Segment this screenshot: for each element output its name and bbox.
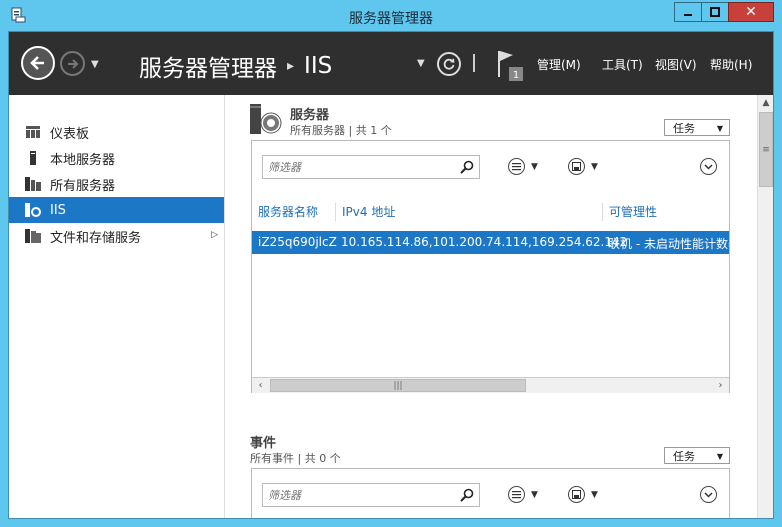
tasks-label: 任务 bbox=[673, 121, 695, 135]
servers-panel: ▼ ▼ 服务器名称 IPv4 地址 可管理性 iZ25q690jlcZ 10.1… bbox=[251, 140, 730, 393]
forward-button[interactable] bbox=[60, 51, 85, 76]
scroll-up-icon[interactable]: ▲ bbox=[758, 95, 773, 111]
sidebar-item-file-storage[interactable]: 文件和存储服务 ▷ bbox=[9, 223, 224, 249]
servers-section-icon bbox=[250, 104, 282, 134]
arrow-right-icon bbox=[67, 58, 78, 69]
cell-manageability: 联机 - 未启动性能计数器 bbox=[608, 237, 729, 251]
back-button[interactable] bbox=[21, 46, 55, 80]
sidebar-item-local-server[interactable]: 本地服务器 bbox=[9, 145, 224, 171]
save-query-icon bbox=[568, 486, 585, 503]
main-content: 服务器 所有服务器 | 共 1 个 任务 ▼ ▼ bbox=[226, 95, 757, 518]
caret-down-icon: ▼ bbox=[531, 489, 538, 500]
events-section-subtitle: 所有事件 | 共 0 个 bbox=[250, 452, 341, 465]
column-server-name[interactable]: 服务器名称 bbox=[252, 203, 318, 221]
all-servers-icon bbox=[25, 176, 41, 192]
sidebar-item-label: IIS bbox=[50, 202, 66, 218]
caret-down-icon: ▼ bbox=[716, 452, 723, 461]
iis-icon bbox=[25, 202, 41, 218]
title-bar: 服务器管理器 ✕ bbox=[0, 0, 782, 31]
servers-tasks-dropdown[interactable]: 任务 ▼ bbox=[664, 119, 730, 136]
search-icon[interactable] bbox=[459, 487, 475, 503]
caret-down-icon: ▼ bbox=[591, 489, 598, 500]
breadcrumb-current: IIS bbox=[304, 53, 333, 79]
events-list-options-button[interactable]: ▼ bbox=[508, 486, 538, 503]
sidebar-item-iis[interactable]: IIS bbox=[9, 197, 224, 223]
servers-section-title: 服务器 bbox=[290, 108, 330, 123]
refresh-button[interactable] bbox=[437, 52, 461, 76]
breadcrumb-root[interactable]: 服务器管理器 bbox=[139, 49, 277, 83]
tasks-label: 任务 bbox=[673, 449, 695, 463]
breadcrumb-separator-icon: ▸ bbox=[287, 58, 295, 74]
vertical-scroll-thumb[interactable]: ≡ bbox=[759, 112, 773, 187]
events-expand-button[interactable] bbox=[700, 486, 717, 503]
events-tasks-dropdown[interactable]: 任务 ▼ bbox=[664, 447, 730, 464]
window-title: 服务器管理器 bbox=[349, 11, 433, 27]
servers-list-options-button[interactable]: ▼ bbox=[508, 158, 538, 175]
sidebar-item-label: 所有服务器 bbox=[50, 178, 116, 194]
caret-down-icon: ▼ bbox=[591, 161, 598, 172]
events-save-query-button[interactable]: ▼ bbox=[568, 486, 598, 503]
local-server-icon bbox=[25, 150, 41, 166]
servers-filter bbox=[262, 155, 480, 179]
server-manager-window: ▼ 服务器管理器 ▸ IIS ▼ 1 管理(M) 工具(T) 视图(V) 帮助(… bbox=[8, 31, 774, 519]
servers-expand-button[interactable] bbox=[700, 158, 717, 175]
sidebar: 仪表板 本地服务器 所有服务器 IIS 文件和存储服务 ▷ bbox=[9, 95, 225, 518]
grip-icon: ||| bbox=[393, 380, 403, 391]
caret-down-icon: ▼ bbox=[531, 161, 538, 172]
close-icon: ✕ bbox=[745, 4, 757, 20]
notifications-badge: 1 bbox=[513, 70, 519, 81]
scroll-left-icon[interactable]: ‹ bbox=[252, 378, 269, 393]
cell-server-name: iZ25q690jlcZ bbox=[258, 235, 337, 249]
maximize-icon bbox=[710, 7, 720, 17]
scroll-right-icon[interactable]: › bbox=[712, 378, 729, 393]
sidebar-item-dashboard[interactable]: 仪表板 bbox=[9, 119, 224, 145]
column-ipv4[interactable]: IPv4 地址 bbox=[335, 203, 395, 221]
sidebar-item-label: 仪表板 bbox=[50, 126, 90, 142]
servers-table-header: 服务器名称 IPv4 地址 可管理性 bbox=[252, 201, 729, 221]
maximize-button[interactable] bbox=[701, 2, 729, 22]
sidebar-item-label: 文件和存储服务 bbox=[50, 230, 142, 246]
table-row[interactable]: iZ25q690jlcZ 10.165.114.86,101.200.74.11… bbox=[252, 231, 729, 254]
header-divider bbox=[473, 54, 475, 72]
sidebar-item-label: 本地服务器 bbox=[50, 152, 116, 168]
expand-arrow-icon[interactable]: ▷ bbox=[211, 230, 218, 240]
column-manageability[interactable]: 可管理性 bbox=[602, 203, 657, 221]
servers-save-query-button[interactable]: ▼ bbox=[568, 158, 598, 175]
list-options-icon bbox=[508, 486, 525, 503]
header-bar: ▼ 服务器管理器 ▸ IIS ▼ 1 管理(M) 工具(T) 视图(V) 帮助(… bbox=[9, 32, 773, 95]
menu-view[interactable]: 视图(V) bbox=[655, 56, 697, 73]
menu-help[interactable]: 帮助(H) bbox=[710, 56, 752, 73]
chevron-down-icon bbox=[704, 491, 713, 498]
minimize-icon bbox=[684, 14, 692, 16]
main-vertical-scrollbar[interactable]: ▲ ≡ bbox=[757, 95, 773, 518]
events-panel: ▼ ▼ bbox=[251, 468, 730, 518]
events-filter-input[interactable] bbox=[263, 484, 453, 506]
menu-tools[interactable]: 工具(T) bbox=[602, 56, 643, 73]
breadcrumb: 服务器管理器 ▸ IIS bbox=[139, 49, 332, 83]
dashboard-icon bbox=[25, 124, 41, 140]
history-dropdown-icon[interactable]: ▼ bbox=[91, 59, 99, 70]
list-options-icon bbox=[508, 158, 525, 175]
file-storage-icon bbox=[25, 228, 41, 244]
save-query-icon bbox=[568, 158, 585, 175]
search-icon[interactable] bbox=[459, 159, 475, 175]
breadcrumb-dropdown-icon[interactable]: ▼ bbox=[417, 58, 425, 69]
events-filter bbox=[262, 483, 480, 507]
servers-section-subtitle: 所有服务器 | 共 1 个 bbox=[290, 124, 392, 137]
grip-icon: ≡ bbox=[762, 144, 770, 155]
close-button[interactable]: ✕ bbox=[728, 2, 774, 22]
notifications-flag-icon[interactable]: 1 bbox=[495, 49, 525, 83]
menu-manage[interactable]: 管理(M) bbox=[537, 56, 581, 73]
sidebar-item-all-servers[interactable]: 所有服务器 bbox=[9, 171, 224, 197]
servers-filter-input[interactable] bbox=[263, 156, 453, 178]
horizontal-scroll-thumb[interactable]: ||| bbox=[270, 379, 526, 392]
cell-ipv4: 10.165.114.86,101.200.74.114,169.254.62.… bbox=[341, 235, 628, 249]
chevron-down-icon bbox=[704, 163, 713, 170]
minimize-button[interactable] bbox=[674, 2, 702, 22]
refresh-icon bbox=[443, 58, 455, 70]
arrow-left-icon bbox=[30, 56, 44, 70]
caret-down-icon: ▼ bbox=[716, 124, 723, 133]
servers-horizontal-scrollbar[interactable]: ‹ ||| › bbox=[252, 377, 729, 393]
events-section-title: 事件 bbox=[250, 436, 277, 451]
